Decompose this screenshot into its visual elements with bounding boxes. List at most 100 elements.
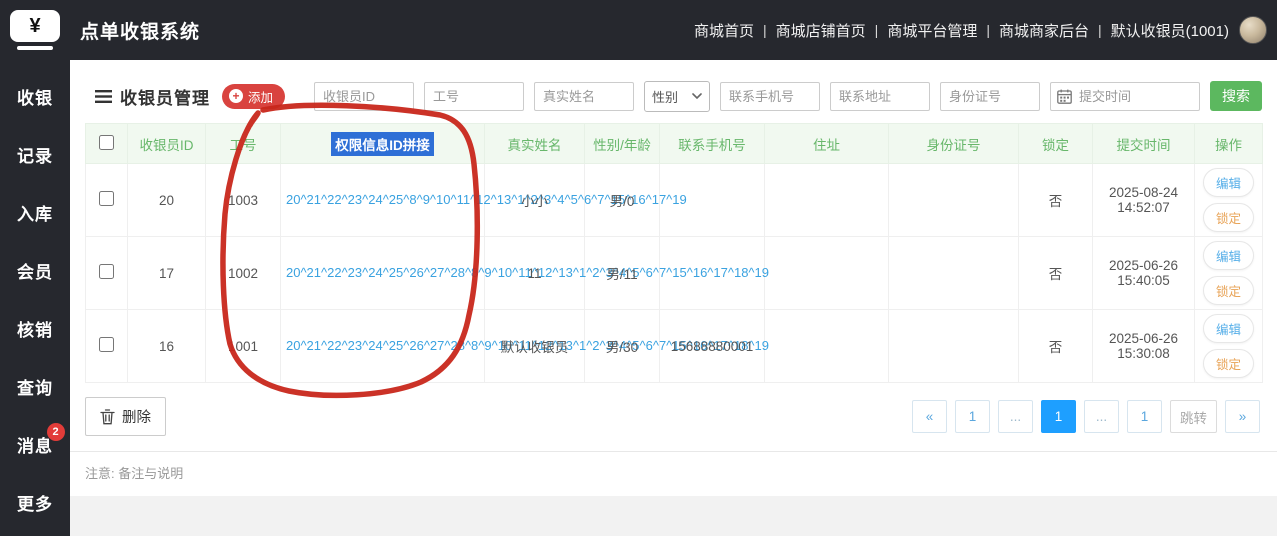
cell-permissions[interactable]: 20^21^22^23^24^25^8^9^10^11^12^13^1^2^3^… [280, 163, 687, 237]
calendar-icon [1057, 89, 1072, 109]
column-header-phone: 联系手机号 [659, 123, 765, 164]
cell-submit-time: 2025-06-26 15:30:08 [1092, 309, 1195, 383]
nav-link-shop-home[interactable]: 商城店铺首页 [776, 20, 866, 41]
id-card-input[interactable] [940, 81, 1040, 111]
cell-job-no: 1003 [205, 163, 281, 237]
filter-bar: 性别 搜索 [314, 80, 1262, 112]
cell-actions: 编辑 锁定 [1194, 309, 1263, 383]
cell-address [764, 236, 889, 310]
sidebar-item-label: 记录 [17, 146, 53, 166]
sidebar-item-inbound[interactable]: 入库 [0, 183, 70, 241]
app-logo: ¥ [0, 10, 70, 50]
select-all-checkbox[interactable] [99, 134, 114, 150]
toolbar: 收银员管理 + 添加 性别 [85, 80, 1262, 112]
row-checkbox[interactable] [99, 337, 114, 352]
page-next-button[interactable]: » [1225, 400, 1260, 433]
sidebar-item-members[interactable]: 会员 [0, 241, 70, 299]
submit-time-field [1050, 81, 1200, 111]
sidebar-item-label: 核销 [17, 320, 53, 340]
address-input[interactable] [830, 81, 930, 111]
table-footer: 删除 « 1 ... 1 ... 1 跳转 » [85, 397, 1262, 436]
table-row: 20 1003 20^21^22^23^24^25^8^9^10^11^12^1… [85, 163, 1263, 237]
logo-underline [17, 46, 53, 50]
sidebar-item-redeem[interactable]: 核销 [0, 299, 70, 357]
column-header-real-name: 真实姓名 [484, 123, 585, 164]
cell-job-no: 1001 [205, 309, 281, 383]
row-checkbox[interactable] [99, 264, 114, 279]
lock-button[interactable]: 锁定 [1202, 349, 1254, 378]
list-icon [95, 89, 112, 104]
nav-link-platform-admin[interactable]: 商城平台管理 [887, 20, 977, 41]
page-title: 收银员管理 [120, 88, 210, 108]
page-button-current[interactable]: 1 [1041, 400, 1076, 433]
main-content: 收银员管理 + 添加 性别 [70, 60, 1277, 536]
cell-phone: 15688880001 [659, 309, 765, 383]
sidebar-item-label: 入库 [17, 204, 53, 224]
sidebar-nav: 收银 记录 入库 会员 核销 查询 消息 2 更多 [0, 60, 70, 536]
top-header: ¥ 点单收银系统 商城首页 | 商城店铺首页 | 商城平台管理 | 商城商家后台… [0, 0, 1277, 60]
cell-actions: 编辑 锁定 [1194, 163, 1263, 237]
cell-cashier-id: 17 [127, 236, 206, 310]
cell-permissions[interactable]: 20^21^22^23^24^25^26^27^28^8^9^10^11^12^… [280, 309, 769, 383]
cell-address [764, 309, 889, 383]
top-nav: 商城首页 | 商城店铺首页 | 商城平台管理 | 商城商家后台 | 默认收银员(… [694, 16, 1267, 44]
cell-locked: 否 [1018, 309, 1093, 383]
table-row: 16 1001 20^21^22^23^24^25^26^27^28^8^9^1… [85, 309, 1263, 383]
cell-id-card [888, 309, 1019, 383]
cell-actions: 编辑 锁定 [1194, 236, 1263, 310]
phone-input[interactable] [720, 81, 820, 111]
cell-locked: 否 [1018, 236, 1093, 310]
cell-id-card [888, 163, 1019, 237]
gender-select-label: 性别 [652, 89, 679, 105]
sidebar-item-more[interactable]: 更多 [0, 473, 70, 531]
cashier-id-input[interactable] [314, 81, 414, 111]
nav-link-merchant-backend[interactable]: 商城商家后台 [999, 20, 1089, 41]
note-text: 注意: 备注与说明 [85, 466, 184, 481]
sidebar-item-messages[interactable]: 消息 2 [0, 415, 70, 473]
column-header-address: 住址 [764, 123, 889, 164]
edit-button[interactable]: 编辑 [1202, 241, 1254, 270]
nav-separator: | [1097, 22, 1102, 38]
nav-separator: | [986, 22, 990, 38]
add-button[interactable]: + 添加 [222, 83, 286, 109]
nav-separator: | [874, 22, 879, 38]
page-ellipsis: ... [998, 400, 1033, 433]
page-button-first[interactable]: 1 [955, 400, 990, 433]
sidebar-item-query[interactable]: 查询 [0, 357, 70, 415]
cell-job-no: 1002 [205, 236, 281, 310]
select-all-cell [85, 123, 128, 164]
job-no-input[interactable] [424, 81, 524, 111]
cell-submit-time: 2025-06-26 15:40:05 [1092, 236, 1195, 310]
nav-link-mall-home[interactable]: 商城首页 [694, 20, 754, 41]
column-header-permissions: 权限信息ID拼接 [280, 123, 485, 164]
search-button[interactable]: 搜索 [1210, 81, 1262, 111]
sidebar-item-cashier[interactable]: 收银 [0, 67, 70, 125]
nav-separator: | [763, 22, 767, 38]
plus-icon: + [229, 89, 243, 103]
user-avatar[interactable] [1239, 16, 1267, 44]
page-button-last[interactable]: 1 [1127, 400, 1162, 433]
edit-button[interactable]: 编辑 [1202, 168, 1254, 197]
submit-time-input[interactable] [1050, 81, 1200, 111]
page-prev-button[interactable]: « [912, 400, 947, 433]
lock-button[interactable]: 锁定 [1202, 203, 1254, 232]
table-header-row: 收银员ID 工号 权限信息ID拼接 真实姓名 性别/年龄 联系手机号 住址 身份… [85, 123, 1263, 164]
lock-button[interactable]: 锁定 [1202, 276, 1254, 305]
sidebar-item-label: 收银 [17, 88, 53, 108]
page-ellipsis: ... [1084, 400, 1119, 433]
cell-permissions[interactable]: 20^21^22^23^24^25^26^27^28^8^9^10^11^12^… [280, 236, 769, 310]
delete-button[interactable]: 删除 [85, 397, 166, 436]
column-header-job-no: 工号 [205, 123, 281, 164]
sidebar-item-label: 会员 [17, 262, 53, 282]
column-header-submit-time: 提交时间 [1092, 123, 1195, 164]
cell-address [764, 163, 889, 237]
sidebar-item-records[interactable]: 记录 [0, 125, 70, 183]
trash-icon [100, 408, 115, 424]
real-name-input[interactable] [534, 81, 634, 111]
row-checkbox[interactable] [99, 191, 114, 206]
page-jump-input[interactable]: 跳转 [1170, 400, 1217, 433]
nav-link-current-user[interactable]: 默认收银员(1001) [1111, 20, 1229, 41]
message-count-badge: 2 [47, 423, 65, 441]
gender-select[interactable]: 性别 [644, 80, 710, 112]
edit-button[interactable]: 编辑 [1202, 314, 1254, 343]
